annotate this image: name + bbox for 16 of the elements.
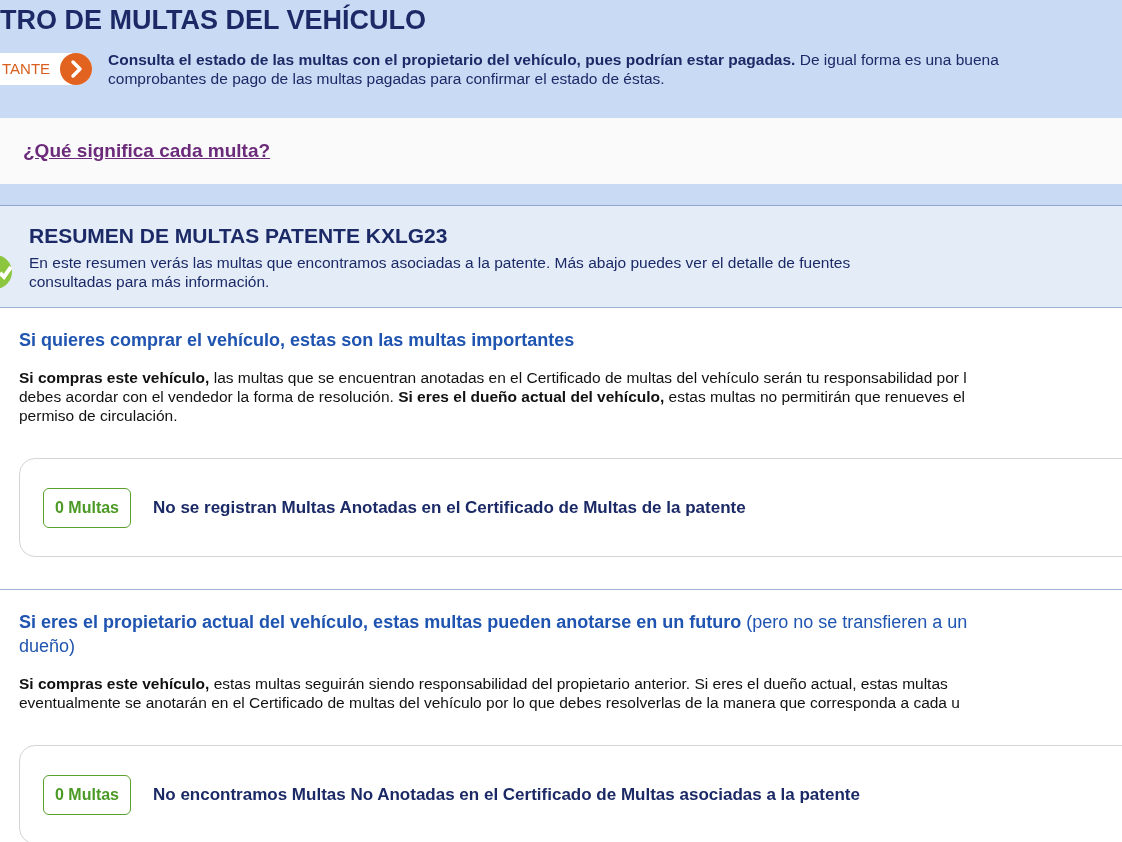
result-message: No se registran Multas Anotadas en el Certificado de Multas de la patente — [153, 496, 746, 519]
summary-text: En este resumen verás las multas que encontramos asociadas a la patente. Más abajo puedes ver el detalle de fuentes consultadas para más información. — [29, 252, 851, 291]
help-link[interactable]: ¿Qué significa cada multa? — [23, 136, 271, 166]
chevron-right-icon — [60, 53, 93, 85]
count-badge: 0 Multas — [43, 487, 131, 528]
section-heading: Si quieres comprar el vehículo, estas son las multas importantes — [19, 329, 576, 352]
summary-title: RESUMEN DE MULTAS PATENTE KXLG23 — [29, 222, 449, 249]
section-text: Si compras este vehículo, estas multas seguirán siendo responsabilidad del propietario anterior. Si eres el dueño actual, estas multas eventualmente se anotarán en el Certificado de multas del vehículo por lo que debes resolverlas de la manera que corresponda a cada u — [19, 674, 961, 712]
section-text: Si compras este vehículo, las multas que se encuentran anotadas en el Certificado de multas del vehículo serán tu responsabilidad por l debes acordar con el vendedor la forma de resolución. Si eres el dueño actual del vehículo, estas multas no permitirán que renueves el permiso de circulación. — [19, 368, 968, 425]
notice-text: Consulta el estado de las multas con el propietario del vehículo, pues podrían estar pagadas. De igual forma es una buena comprobantes de pago de las multas pagadas para confirmar el estado de éstas. — [108, 50, 999, 88]
notice-button[interactable]: TANTE — [0, 53, 93, 85]
page-title: TRO DE MULTAS DEL VEHÍCULO — [0, 4, 427, 36]
count-badge: 0 Multas — [43, 774, 131, 815]
section-heading: Si eres el propietario actual del vehículo, estas multas pueden anotarse en un futuro (pero no se transfieren a un dueño) — [19, 611, 969, 658]
check-icon — [0, 254, 12, 289]
result-message: No encontramos Multas No Anotadas en el Certificado de Multas asociadas a la patente — [153, 783, 860, 806]
